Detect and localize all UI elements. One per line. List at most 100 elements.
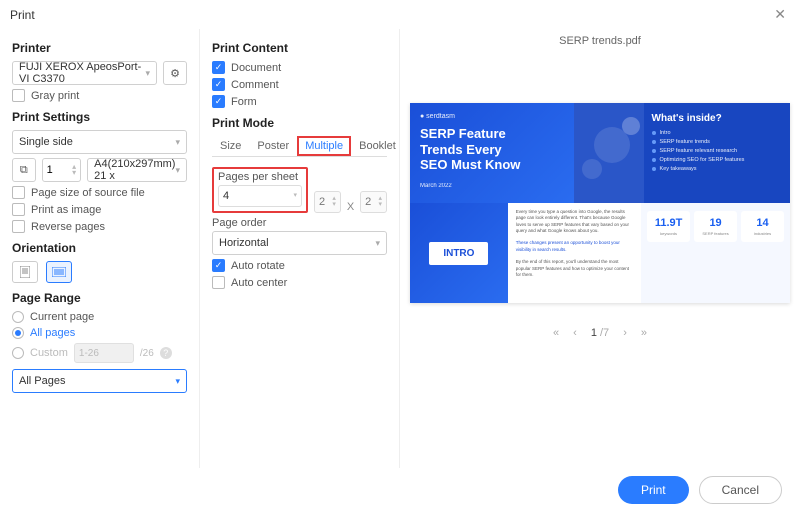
toc-item: Optimizing SEO for SERP features bbox=[660, 157, 745, 163]
reverse-pages-checkbox[interactable]: Reverse pages bbox=[12, 220, 187, 233]
intro-badge: INTRO bbox=[429, 242, 488, 265]
preview-heading-1: SERP Feature bbox=[420, 126, 564, 142]
print-content-label: Print Content bbox=[212, 41, 387, 55]
custom-total: /26 bbox=[140, 348, 154, 359]
gray-print-checkbox[interactable]: Gray print bbox=[12, 89, 187, 102]
chevron-down-icon: ▾ bbox=[293, 193, 297, 199]
titlebar: Print ✕ bbox=[0, 0, 800, 29]
stat-card: 14industries bbox=[741, 211, 784, 242]
preview-slide-2: What's inside? Intro SERP feature trends… bbox=[644, 103, 790, 203]
print-preview: ● serdtasm SERP Feature Trends Every SEO… bbox=[410, 103, 790, 303]
chevron-down-icon: ▾ bbox=[175, 165, 180, 176]
pager-first-button[interactable]: « bbox=[553, 327, 559, 339]
chevron-down-icon: ▾ bbox=[175, 137, 180, 148]
preview-filename: SERP trends.pdf bbox=[559, 35, 641, 47]
document-label: Document bbox=[231, 62, 281, 74]
comment-label: Comment bbox=[231, 79, 279, 91]
custom-radio[interactable]: Custom 1-26 /26 ? bbox=[12, 343, 187, 363]
auto-rotate-label: Auto rotate bbox=[231, 260, 285, 272]
pager-last-button[interactable]: » bbox=[641, 327, 647, 339]
preview-slide-4-stats: 11.9Tkeywords 19SERP features 14industri… bbox=[641, 203, 790, 303]
radio-icon bbox=[12, 311, 24, 323]
copies-icon: ⧉ bbox=[20, 164, 28, 177]
printer-settings-button[interactable]: ⚙ bbox=[163, 61, 187, 85]
pager-prev-button[interactable]: ‹ bbox=[573, 327, 577, 339]
page-range-label: Page Range bbox=[12, 291, 187, 305]
page-order-value: Horizontal bbox=[219, 237, 269, 249]
close-icon[interactable]: ✕ bbox=[770, 6, 790, 23]
grid-rows-input[interactable]: 2 ▴▾ bbox=[360, 191, 387, 213]
info-icon[interactable]: ? bbox=[160, 347, 172, 359]
print-as-image-label: Print as image bbox=[31, 204, 101, 216]
print-button[interactable]: Print bbox=[618, 476, 689, 504]
document-checkbox[interactable]: ✓ Document bbox=[212, 61, 387, 74]
tab-booklet[interactable]: Booklet bbox=[351, 136, 404, 156]
stepper-arrows-icon: ▴▾ bbox=[378, 196, 382, 208]
source-size-checkbox[interactable]: Page size of source file bbox=[12, 186, 187, 199]
page-filter-select[interactable]: All Pages ▾ bbox=[12, 369, 187, 393]
grid-cols-input[interactable]: 2 ▴▾ bbox=[314, 191, 341, 213]
portrait-icon bbox=[20, 266, 30, 278]
printer-value: FUJI XEROX ApeosPort-VI C3370 bbox=[19, 61, 145, 85]
copies-input[interactable]: 1 ▴▾ bbox=[42, 158, 82, 182]
all-pages-label: All pages bbox=[30, 327, 75, 339]
tab-multiple[interactable]: Multiple bbox=[297, 136, 351, 156]
print-as-image-checkbox[interactable]: Print as image bbox=[12, 203, 187, 216]
form-label: Form bbox=[231, 96, 257, 108]
all-pages-radio[interactable]: All pages bbox=[12, 327, 187, 339]
toc-item: Key takeaways bbox=[660, 166, 697, 172]
source-size-label: Page size of source file bbox=[31, 187, 145, 199]
checkbox-icon: ✓ bbox=[212, 61, 225, 74]
page-filter-value: All Pages bbox=[19, 375, 65, 387]
orientation-portrait-button[interactable] bbox=[12, 261, 38, 283]
preview-slide-1: ● serdtasm SERP Feature Trends Every SEO… bbox=[410, 103, 574, 203]
gear-icon: ⚙ bbox=[170, 67, 180, 80]
toc-item: Intro bbox=[660, 130, 671, 136]
preview-slide-4-text: Every time you type a question into Goog… bbox=[508, 203, 641, 303]
tab-poster[interactable]: Poster bbox=[249, 136, 297, 156]
tab-size[interactable]: Size bbox=[212, 136, 249, 156]
auto-center-checkbox[interactable]: Auto center bbox=[212, 276, 387, 289]
pages-per-sheet-label: Pages per sheet bbox=[218, 171, 302, 183]
dialog-title: Print bbox=[10, 8, 35, 22]
copies-icon-button[interactable]: ⧉ bbox=[12, 158, 36, 182]
paper-value: A4(210x297mm) 21 x bbox=[94, 158, 175, 182]
preview-date: March 2022 bbox=[420, 183, 564, 189]
preview-graphic bbox=[574, 103, 644, 203]
toc-item: SERP feature trends bbox=[660, 139, 710, 145]
stepper-arrows-icon: ▴▾ bbox=[332, 196, 336, 208]
preview-pager: « ‹ 1 /7 › » bbox=[553, 327, 647, 339]
preview-brand: ● serdtasm bbox=[420, 113, 564, 120]
current-page-radio[interactable]: Current page bbox=[12, 311, 187, 323]
stat-card: 11.9Tkeywords bbox=[647, 211, 690, 242]
form-checkbox[interactable]: ✓ Form bbox=[212, 95, 387, 108]
checkbox-icon bbox=[212, 276, 225, 289]
chevron-down-icon: ▾ bbox=[175, 376, 180, 387]
auto-rotate-checkbox[interactable]: ✓ Auto rotate bbox=[212, 259, 387, 272]
cancel-button[interactable]: Cancel bbox=[699, 476, 782, 504]
grid-x-label: X bbox=[347, 201, 354, 213]
checkbox-icon: ✓ bbox=[212, 78, 225, 91]
landscape-icon bbox=[52, 267, 66, 277]
current-page-label: Current page bbox=[30, 311, 94, 323]
pager-total: /7 bbox=[600, 327, 609, 339]
chevron-down-icon: ▾ bbox=[375, 238, 380, 249]
stat-value: 19 bbox=[696, 217, 735, 229]
page-order-select[interactable]: Horizontal ▾ bbox=[212, 231, 387, 255]
printer-select[interactable]: FUJI XEROX ApeosPort-VI C3370 ▾ bbox=[12, 61, 157, 85]
side-select[interactable]: Single side ▾ bbox=[12, 130, 187, 154]
comment-checkbox[interactable]: ✓ Comment bbox=[212, 78, 387, 91]
checkbox-icon bbox=[12, 220, 25, 233]
print-mode-label: Print Mode bbox=[212, 116, 387, 130]
grid-rows-value: 2 bbox=[365, 196, 371, 208]
pager-next-button[interactable]: › bbox=[623, 327, 627, 339]
orientation-landscape-button[interactable] bbox=[46, 261, 72, 283]
paper-select[interactable]: A4(210x297mm) 21 x ▾ bbox=[87, 158, 187, 182]
preview-slide-3: INTRO bbox=[410, 203, 508, 303]
pages-per-sheet-highlight: Pages per sheet 4 ▾ bbox=[212, 167, 308, 213]
custom-range-input[interactable]: 1-26 bbox=[74, 343, 134, 363]
pager-page[interactable]: 1 bbox=[591, 327, 597, 339]
pages-per-sheet-select[interactable]: 4 ▾ bbox=[218, 185, 302, 207]
checkbox-icon bbox=[12, 203, 25, 216]
radio-icon bbox=[12, 327, 24, 339]
